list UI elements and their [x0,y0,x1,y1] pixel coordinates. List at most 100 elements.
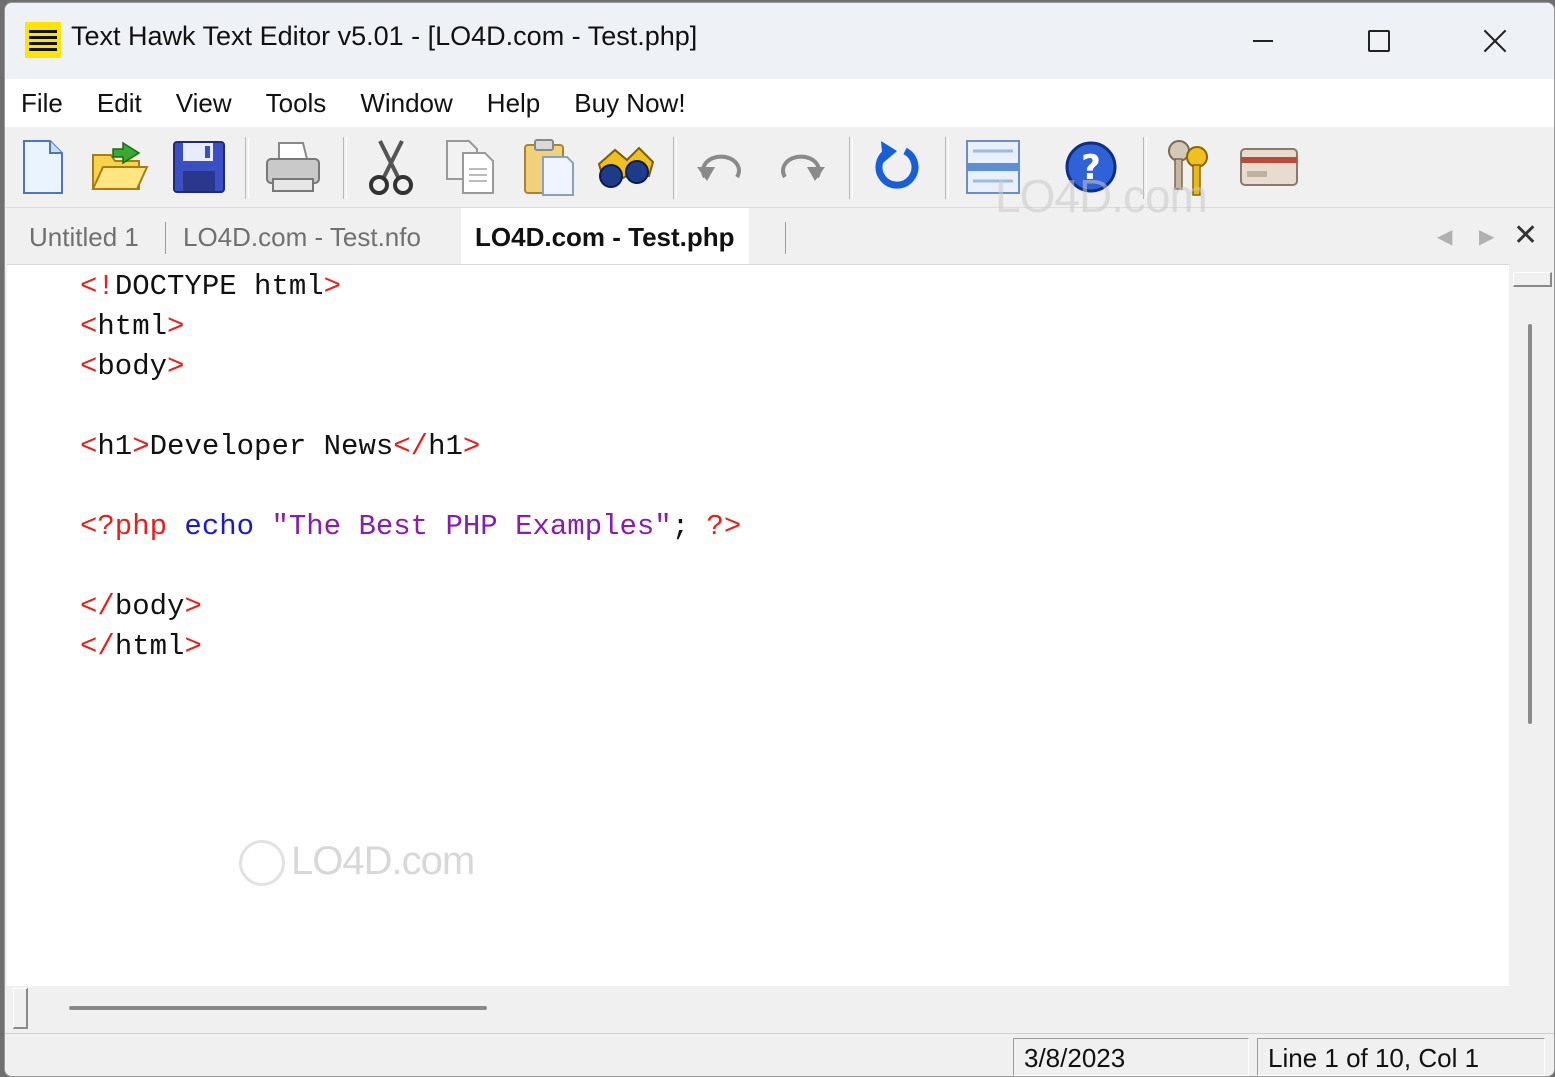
binoculars-icon [597,146,655,188]
text-hawk-app-icon[interactable] [25,22,61,58]
tab-test-php[interactable]: LO4D.com - Test.php [461,208,749,264]
close-window-button[interactable] [1437,3,1553,79]
code-token: > [462,430,481,463]
save-button[interactable] [167,135,231,199]
redo-icon [781,154,825,181]
tab-scroll-right-icon[interactable]: ▶ [1479,224,1494,248]
menu-tools[interactable]: Tools [249,79,344,127]
code-line: <html> [80,307,184,347]
app-window: Text Hawk Text Editor v5.01 - [LO4D.com … [4,2,1555,1077]
code-token: < [80,350,98,383]
find-button[interactable] [593,135,657,199]
menu-view[interactable]: View [159,79,249,127]
toolbar-separator [673,137,677,199]
code-token: < [80,310,98,343]
minimize-button[interactable] [1205,3,1321,79]
vertical-scrollbar[interactable] [1509,264,1554,986]
vertical-scroll-thumb[interactable] [1528,324,1532,724]
toolbar-separator [343,137,347,199]
copy-icon [446,140,494,194]
code-token: > [184,590,202,623]
code-token: </ [80,590,115,623]
code-token: Developer News [149,430,394,463]
refresh-button[interactable] [865,135,929,199]
tab-separator [785,222,786,254]
status-date: 3/8/2023 [1013,1038,1249,1076]
print-button[interactable] [261,135,325,199]
code-token: > [167,310,185,343]
code-line: </html> [80,627,202,667]
status-bar: 3/8/2023 Line 1 of 10, Col 1 [5,1033,1554,1076]
menu-buy-now[interactable]: Buy Now! [557,79,702,127]
minimize-icon [1253,40,1273,42]
menu-window[interactable]: Window [343,79,469,127]
code-token: ?> [706,510,742,543]
redo-button[interactable] [769,135,833,199]
maximize-button[interactable] [1321,3,1437,79]
clipboard-icon [524,139,574,196]
refresh-icon [875,141,919,189]
code-line: <h1>Developer News</h1> [80,427,480,467]
code-token: "The Best PHP Examples" [271,510,672,543]
code-token: > [184,630,202,663]
toolbar-separator [245,137,249,199]
code-token: html [114,630,185,663]
code-token: </ [393,430,429,463]
new-document-icon [23,140,63,194]
menu-file[interactable]: File [5,79,80,127]
code-token: > [323,270,342,303]
status-cursor-position: Line 1 of 10, Col 1 [1257,1038,1545,1076]
code-token: h1 [97,430,133,463]
copy-button[interactable] [439,135,503,199]
code-line: <!DOCTYPE html> [80,267,341,307]
toolbar-separator [945,137,949,199]
tab-scroll-left-icon[interactable]: ◀ [1437,224,1452,248]
horizontal-scrollbar[interactable] [7,986,1509,1032]
code-token: DOCTYPE html [114,270,324,303]
undo-button[interactable] [689,135,753,199]
close-tab-icon[interactable]: ✕ [1513,218,1538,253]
scroll-left-button[interactable] [13,988,28,1029]
lo4d-watermark: LO4D.com [239,839,475,887]
code-token: html [97,310,168,343]
code-token: body [114,590,185,623]
toolbar: ? [5,127,1554,208]
cut-button[interactable] [359,135,423,199]
code-editor[interactable]: LO4D.com <!DOCTYPE html> <html> <body> <h1>… [7,264,1509,987]
close-icon [1483,29,1507,53]
code-line: <body> [80,347,184,387]
tab-test-nfo[interactable]: LO4D.com - Test.nfo [183,208,421,264]
save-icon [173,141,225,193]
scroll-up-button[interactable] [1513,272,1552,287]
code-line: </body> [80,587,202,627]
horizontal-scroll-thumb[interactable] [69,1006,487,1010]
code-token: </ [80,630,115,663]
open-folder-icon [91,141,149,190]
lo4d-logo-icon [239,840,285,887]
buy-button[interactable] [1237,135,1301,199]
toolbar-separator [849,137,853,199]
code-token: body [97,350,168,383]
tab-separator [165,222,166,254]
window-title: Text Hawk Text Editor v5.01 - [LO4D.com … [71,21,698,51]
document-tab-strip: Untitled 1 LO4D.com - Test.nfo LO4D.com … [5,208,1554,264]
code-line: <?php echo "The Best PHP Examples"; ?> [80,507,741,547]
open-file-button[interactable] [87,135,151,199]
code-token: > [167,350,185,383]
title-bar[interactable]: Text Hawk Text Editor v5.01 - [LO4D.com … [5,3,1554,79]
menu-help[interactable]: Help [470,79,557,127]
code-token: h1 [428,430,463,463]
printer-icon [266,142,320,192]
new-document-button[interactable] [11,135,75,199]
code-token: ; [671,510,707,543]
code-token: <! [80,270,115,303]
code-token: > [132,430,150,463]
menu-edit[interactable]: Edit [80,79,159,127]
tab-untitled-1[interactable]: Untitled 1 [29,208,139,264]
paste-button[interactable] [517,135,581,199]
code-token: < [80,430,98,463]
code-token: <?php [80,510,185,543]
maximize-icon [1368,30,1390,52]
credit-card-icon [1240,148,1298,186]
code-token: echo [184,510,272,543]
